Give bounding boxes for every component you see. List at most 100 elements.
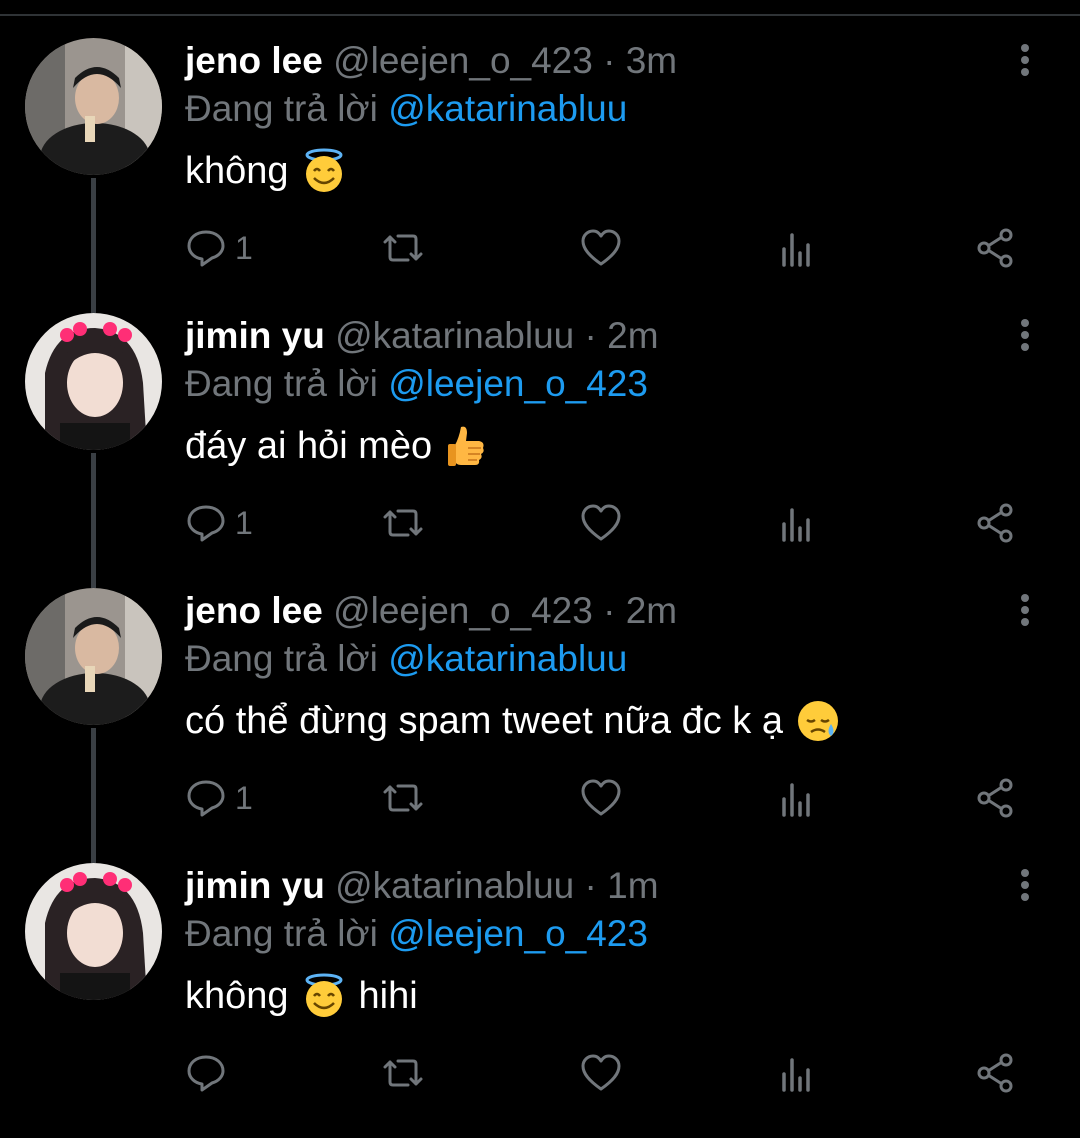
reply-icon [187,780,225,817]
tweet-text: đáy ai hỏi mèo [185,421,490,471]
retweet-button[interactable] [382,776,424,820]
reply-count: 1 [235,504,253,541]
replying-prefix: Đang trả lời [185,363,378,404]
share-button[interactable] [975,1051,1017,1095]
retweet-button[interactable] [382,501,424,545]
display-name[interactable]: jimin yu [185,315,325,356]
reply-button[interactable]: 1 [185,776,253,820]
tweet-text-content: không [185,150,289,192]
timestamp[interactable]: 2m [626,590,677,631]
user-handle[interactable]: @leejen_o_423 [333,590,593,631]
timestamp[interactable]: 3m [626,40,677,81]
mention-link[interactable]: @leejen_o_423 [388,913,648,954]
retweet-icon [383,784,423,812]
replying-to: Đang trả lời @katarinabluu [185,86,627,132]
user-handle[interactable]: @leejen_o_423 [333,40,593,81]
like-button[interactable] [580,226,622,270]
tweet[interactable]: jeno lee @leejen_o_423 · 3m Đang trả lời… [0,38,1080,313]
analytics-icon [782,233,810,267]
tweet-header: jimin yu @katarinabluu · 1m [185,863,659,909]
separator-dot: · [603,40,616,81]
share-button[interactable] [975,501,1017,545]
separator-dot: · [603,590,616,631]
avatar[interactable] [25,313,162,450]
analytics-button[interactable] [777,226,819,270]
heart-icon [581,779,621,816]
tweet-actions: 1 [185,226,1045,270]
replying-to: Đang trả lời @katarinabluu [185,636,627,682]
analytics-button[interactable] [777,776,819,820]
retweet-button[interactable] [382,226,424,270]
tweet[interactable]: jimin yu @katarinabluu · 1m Đang trả lời… [0,825,1080,1138]
replying-to: Đang trả lời @leejen_o_423 [185,361,648,407]
share-button[interactable] [975,226,1017,270]
more-options-icon[interactable] [1010,865,1040,905]
like-button[interactable] [580,776,622,820]
tweet-thread: jeno lee @leejen_o_423 · 3m Đang trả lời… [0,0,1080,1115]
separator-dot: · [584,865,597,906]
share-button[interactable] [975,776,1017,820]
more-options-icon[interactable] [1010,590,1040,630]
tweet-actions: 1 [185,776,1045,820]
reply-button[interactable]: 1 [185,226,253,270]
thread-connector [91,550,96,588]
retweet-icon [383,509,423,537]
mention-link[interactable]: @katarinabluu [388,638,627,679]
user-handle[interactable]: @katarinabluu [335,315,574,356]
share-icon [977,228,1013,268]
heart-icon [581,1054,621,1091]
timestamp[interactable]: 2m [607,315,658,356]
timestamp[interactable]: 1m [607,865,658,906]
retweet-icon [383,234,423,262]
tweet-text: không [185,146,347,196]
smiling-halo-emoji [305,973,343,1017]
replying-prefix: Đang trả lời [185,88,378,129]
tweet-actions: 1 [185,501,1045,545]
avatar[interactable] [25,588,162,725]
thread-connector [91,825,96,863]
mention-link[interactable]: @katarinabluu [388,88,627,129]
jeno-avatar-image [25,588,162,725]
mention-link[interactable]: @leejen_o_423 [388,363,648,404]
reply-button[interactable]: 1 [185,501,253,545]
more-options-icon[interactable] [1010,315,1040,355]
tweet-text: không hihi [185,971,418,1021]
smiling-halo-emoji [305,148,343,192]
share-icon [977,503,1013,543]
heart-icon [581,504,621,541]
analytics-icon [782,1058,810,1092]
jeno-avatar-image [25,38,162,175]
tweet-text-content: không [185,975,289,1017]
reply-count: 1 [235,779,253,816]
user-handle[interactable]: @katarinabluu [335,865,574,906]
reply-icon [187,505,225,542]
jimin-avatar-image [25,863,162,1000]
tweet[interactable]: jeno lee @leejen_o_423 · 2m Đang trả lời… [0,550,1080,863]
separator-dot: · [584,315,597,356]
retweet-button[interactable] [382,1051,424,1095]
tweet-text: có thể đừng spam tweet nữa đc k ạ [185,696,841,746]
tweet-actions [185,1051,1045,1095]
tweet[interactable]: jimin yu @katarinabluu · 2m Đang trả lời… [0,275,1080,588]
thread-connector [91,275,96,313]
tweet-text-suffix: hihi [358,975,418,1017]
display-name[interactable]: jeno lee [185,590,323,631]
more-options-icon[interactable] [1010,40,1040,80]
avatar[interactable] [25,863,162,1000]
tweet-header: jimin yu @katarinabluu · 2m [185,313,659,359]
avatar[interactable] [25,38,162,175]
retweet-icon [383,1059,423,1087]
like-button[interactable] [580,1051,622,1095]
display-name[interactable]: jimin yu [185,865,325,906]
reply-count: 1 [235,229,253,266]
analytics-button[interactable] [777,1051,819,1095]
tweet-text-content: đáy ai hỏi mèo [185,425,433,467]
reply-icon [187,1055,225,1092]
reply-button[interactable] [185,1051,235,1095]
sad-sweat-emoji [797,701,838,741]
like-button[interactable] [580,501,622,545]
display-name[interactable]: jeno lee [185,40,323,81]
analytics-button[interactable] [777,501,819,545]
tweet-header: jeno lee @leejen_o_423 · 2m [185,588,677,634]
share-icon [977,778,1013,818]
